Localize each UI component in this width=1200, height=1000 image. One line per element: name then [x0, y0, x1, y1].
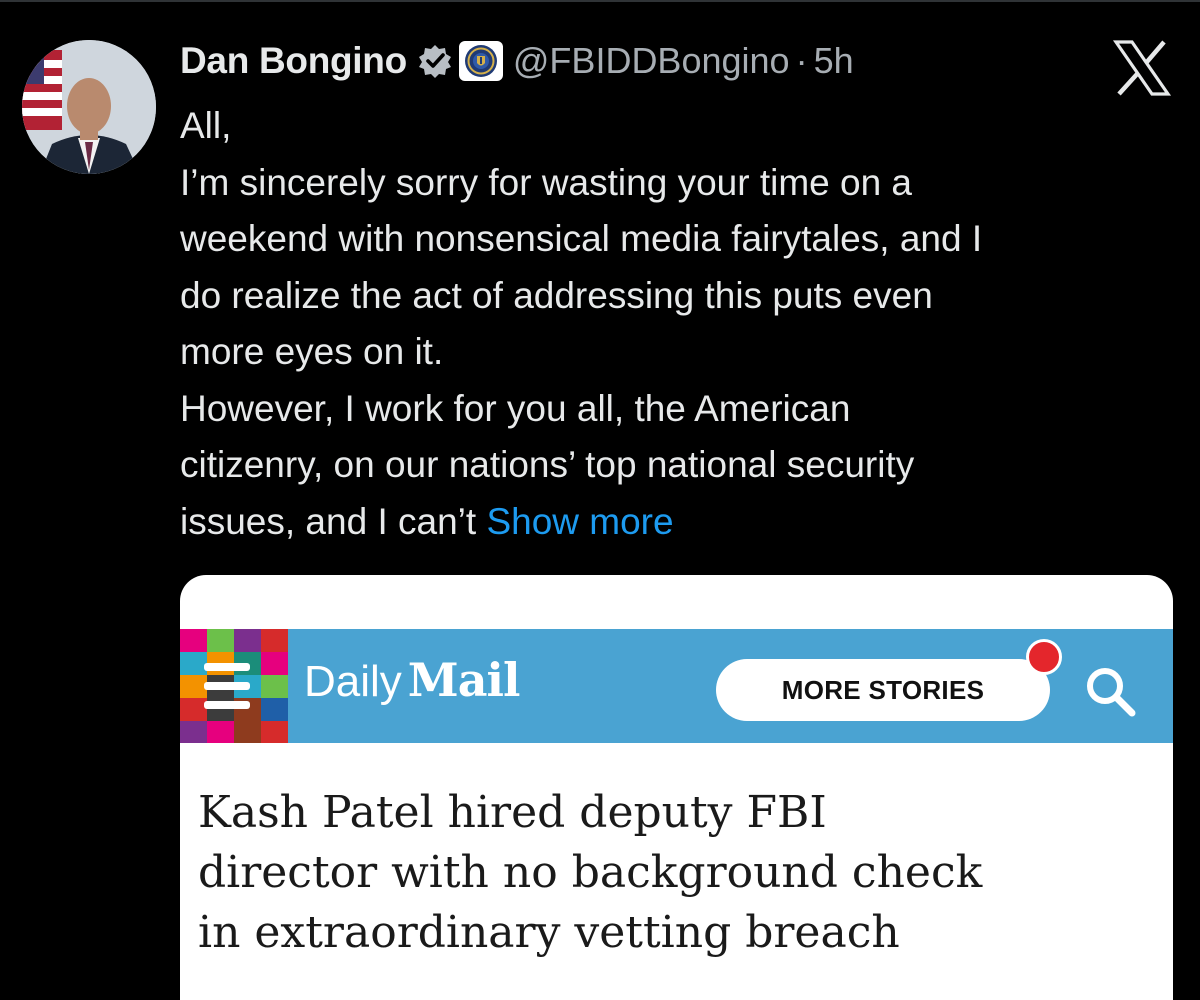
verified-badge-icon	[417, 43, 453, 79]
avatar[interactable]	[22, 40, 156, 174]
logo-daily-text: Daily	[304, 657, 402, 706]
tweet-text-line: weekend with nonsensical media fairytale…	[180, 218, 983, 259]
fbi-seal-icon[interactable]	[458, 41, 503, 81]
logo-mail-text: Mail	[407, 653, 521, 707]
notification-dot	[1026, 639, 1062, 675]
menu-mosaic-icon[interactable]	[180, 629, 288, 743]
search-icon[interactable]	[1080, 661, 1140, 721]
dailymail-logo[interactable]: Daily Mail	[304, 653, 521, 719]
author-handle[interactable]: @FBIDDBongino	[513, 40, 790, 82]
more-stories-button[interactable]: MORE STORIES	[716, 659, 1050, 721]
avatar-photo	[22, 40, 156, 174]
tweet-timestamp[interactable]: 5h	[814, 40, 854, 82]
separator-dot: ·	[795, 40, 808, 81]
tweet-text-line: more eyes on it.	[180, 331, 444, 372]
tweet-text: All, I’m sincerely sorry for wasting you…	[180, 98, 1170, 550]
top-divider	[0, 0, 1200, 2]
tweet-text-line: citizenry, on our nations’ top national …	[180, 444, 915, 485]
tweet-text-line: issues, and I can’t	[180, 500, 487, 542]
show-more-link[interactable]: Show more	[486, 501, 673, 542]
headline-line: Kash Patel hired deputy FBI	[198, 787, 827, 838]
tweet-text-line: However, I work for you all, the America…	[180, 387, 851, 429]
tweet-text-line: do realize the act of addressing this pu…	[180, 274, 933, 316]
tweet-header: Dan Bongino @FBIDDBongino · 5h	[180, 38, 854, 84]
tweet-text-line: All,	[180, 105, 232, 146]
x-logo-icon[interactable]	[1110, 38, 1174, 98]
headline-line: in extraordinary vetting breach	[198, 907, 900, 958]
tweet-text-line: I’m sincerely sorry for wasting your tim…	[180, 161, 913, 203]
tweet-text-last-line: issues, and I can’t Show more	[180, 494, 1170, 551]
article-headline[interactable]: Kash Patel hired deputy FBI director wit…	[198, 783, 1158, 963]
display-name[interactable]: Dan Bongino	[180, 40, 407, 82]
media-card[interactable]: Daily Mail MORE STORIES Kash Patel hired…	[180, 575, 1173, 1000]
headline-line: director with no background check	[198, 847, 983, 898]
